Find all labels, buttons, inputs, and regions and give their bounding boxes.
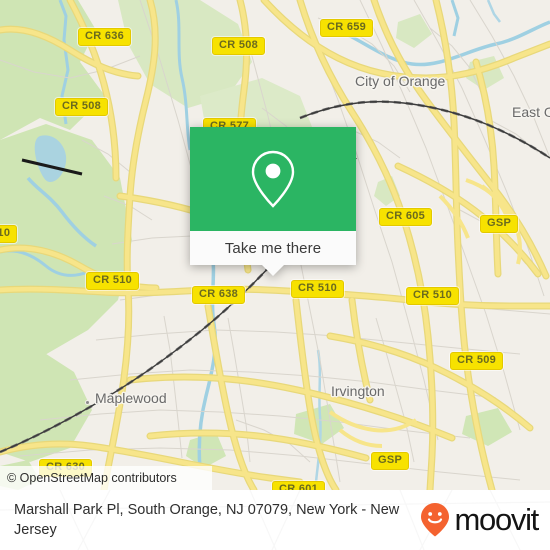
road-shield[interactable]: CR 508: [212, 37, 266, 55]
road-shield[interactable]: CR 510: [291, 280, 345, 298]
road-shield[interactable]: CR 510: [406, 287, 460, 305]
take-me-there-label: Take me there: [224, 239, 322, 257]
popup-action-bar[interactable]: Take me there: [190, 231, 356, 265]
road-shield[interactable]: CR 636: [78, 28, 132, 46]
footer-bar: Marshall Park Pl, South Orange, NJ 07079…: [0, 490, 550, 550]
popup-pointer: [262, 265, 284, 276]
road-shield[interactable]: CR 605: [379, 208, 433, 226]
place-label-maplewood[interactable]: Maplewood: [95, 390, 167, 406]
place-label-city-of-orange[interactable]: City of Orange: [355, 74, 445, 89]
road-shield[interactable]: GSP: [480, 215, 519, 233]
location-address: Marshall Park Pl, South Orange, NJ 07079…: [14, 502, 400, 538]
moovit-pin-icon: [421, 503, 450, 537]
map-attribution[interactable]: © OpenStreetMap contributors: [0, 466, 212, 490]
popup-header: [190, 127, 356, 231]
place-dot-maplewood: [85, 400, 90, 405]
road-shield[interactable]: GSP: [371, 452, 410, 470]
road-shield[interactable]: CR 508: [55, 98, 109, 116]
map-canvas[interactable]: CR 577 CR 636 CR 508 CR 659 CR 508 GSP C…: [0, 0, 550, 490]
moovit-logo[interactable]: moovit: [420, 502, 539, 538]
road-shield[interactable]: 510: [0, 225, 18, 243]
moovit-map-screenshot: CR 577 CR 636 CR 508 CR 659 CR 508 GSP C…: [0, 0, 550, 550]
map-pin-icon: [251, 150, 295, 208]
road-shield[interactable]: CR 509: [450, 352, 504, 370]
attribution-text: © OpenStreetMap contributors: [7, 471, 177, 485]
place-label-irvington[interactable]: Irvington: [331, 383, 385, 399]
location-popup-card[interactable]: Take me there: [190, 127, 356, 276]
place-label-east-orange[interactable]: East Orange: [512, 105, 550, 120]
road-shield[interactable]: CR 659: [320, 19, 374, 37]
road-shield[interactable]: CR 601: [272, 481, 326, 490]
road-shield[interactable]: CR 638: [192, 286, 246, 304]
road-shield[interactable]: CR 510: [86, 272, 140, 290]
moovit-wordmark: moovit: [454, 502, 539, 537]
